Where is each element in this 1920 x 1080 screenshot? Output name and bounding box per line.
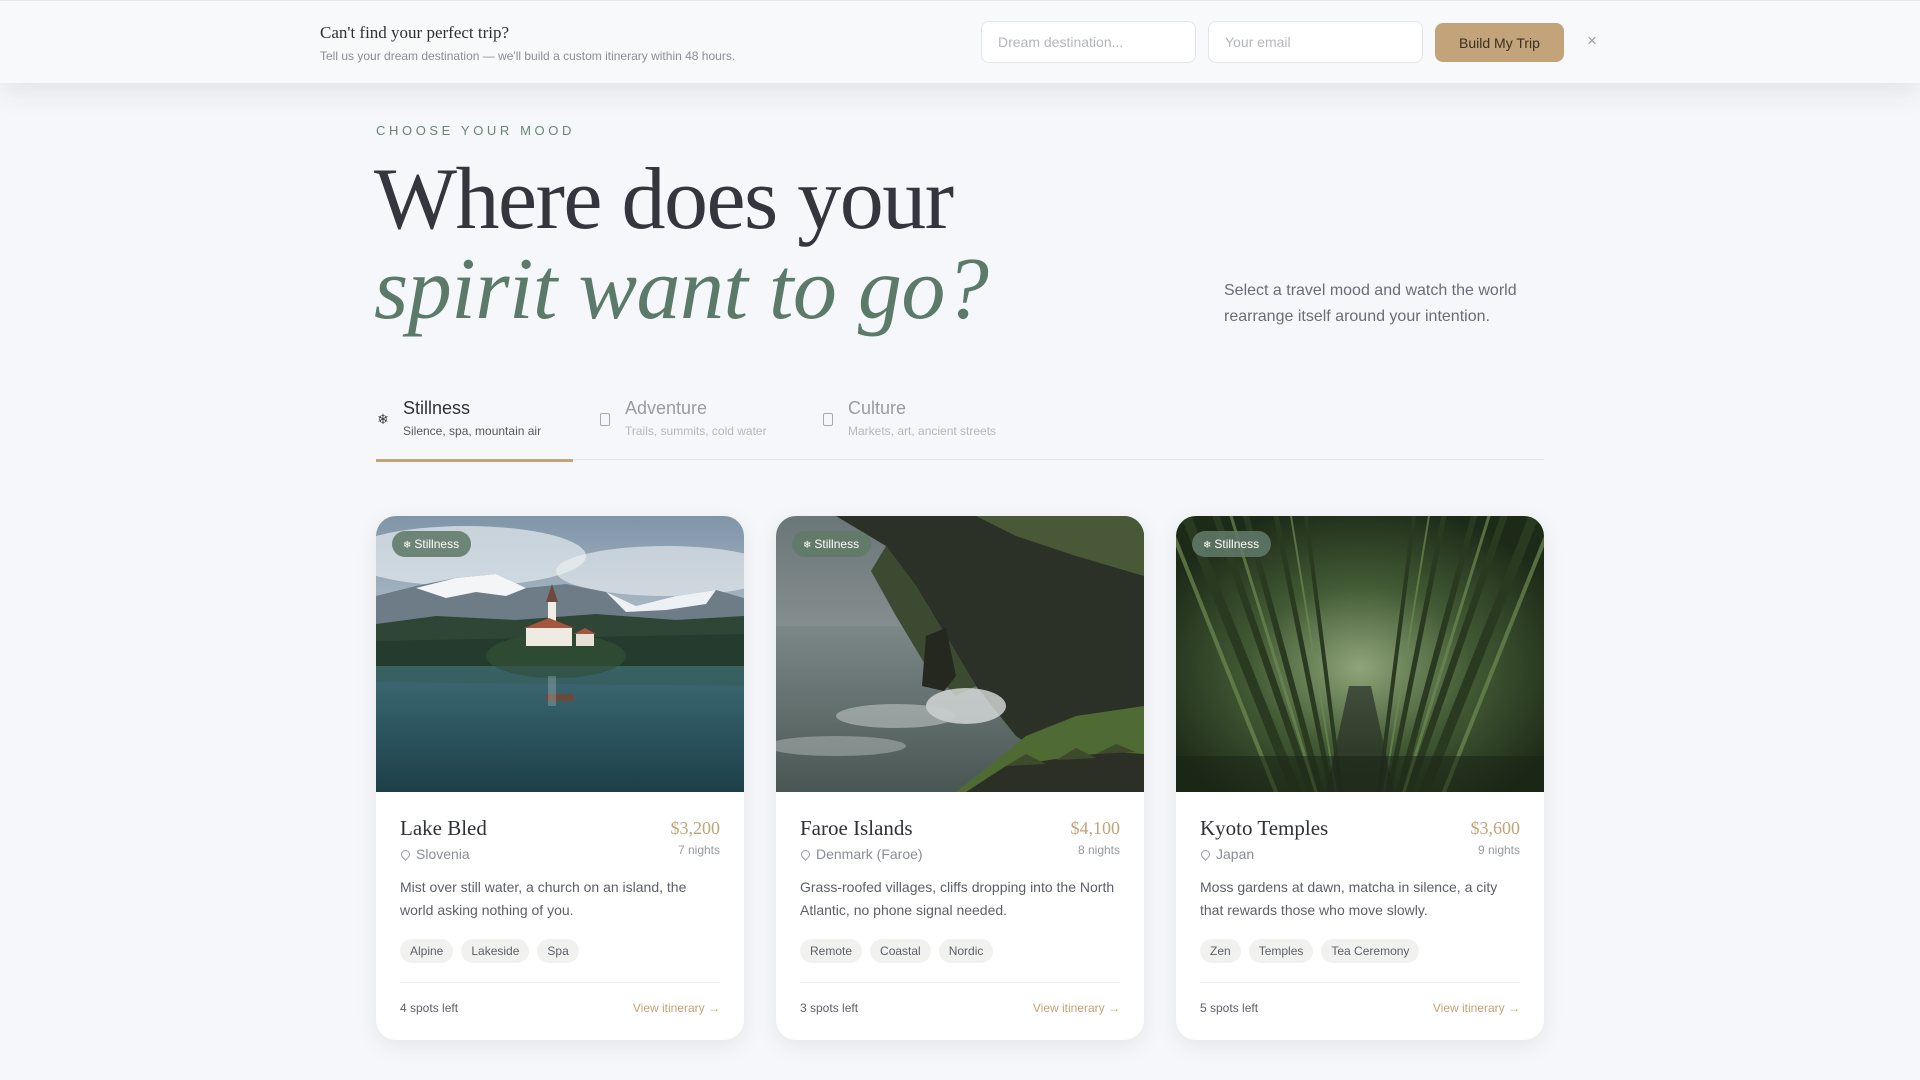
tab-label: Stillness <box>403 398 471 418</box>
build-my-trip-button[interactable]: Build My Trip <box>1435 23 1564 62</box>
card-price: $4,100 <box>1070 818 1121 838</box>
tab-subtitle: Trails, summits, cold water <box>625 424 767 438</box>
view-itinerary-link[interactable]: View itinerary → <box>633 1001 720 1015</box>
banner-subtitle: Tell us your dream destination — we'll b… <box>320 49 736 63</box>
tag: Tea Ceremony <box>1321 939 1420 963</box>
email-input[interactable] <box>1208 21 1423 63</box>
destination-card-faroe-islands[interactable]: ❄ Stillness Faroe Islands $4,100 8 nights… <box>776 516 1144 1040</box>
card-tags: Remote Coastal Nordic <box>800 939 994 963</box>
tag: Nordic <box>938 939 994 963</box>
spots-left: 5 spots left <box>1200 1001 1259 1015</box>
tab-label: Adventure <box>625 398 708 418</box>
card-divider <box>400 982 720 983</box>
card-description: Moss gardens at dawn, matcha in silence,… <box>1200 879 1498 918</box>
map-pin-icon <box>1199 848 1212 861</box>
view-itinerary-link[interactable]: View itinerary → <box>1033 1001 1120 1015</box>
card-location: Japan <box>1199 846 1254 862</box>
card-nights: 8 nights <box>1077 843 1120 857</box>
tab-label: Culture <box>848 398 907 418</box>
hero-title-line1: Where does your <box>374 151 954 248</box>
lake-mountain-image <box>376 516 744 792</box>
tab-adventure[interactable]: Adventure Trails, summits, cold water <box>598 395 798 460</box>
card-nights: 7 nights <box>677 843 720 857</box>
section-eyebrow: CHOOSE YOUR MOOD <box>376 123 575 138</box>
snowflake-icon: ❄ <box>403 540 412 551</box>
card-nights: 9 nights <box>1477 843 1520 857</box>
card-location: Slovenia <box>399 846 470 862</box>
mood-tabs: ❄ Stillness Silence, spa, mountain air A… <box>376 395 1544 462</box>
destination-card-lake-bled[interactable]: ❄ Stillness Lake Bled $3,200 7 nights Slo… <box>376 516 744 1040</box>
trip-request-banner: Can't find your perfect trip? Tell us yo… <box>0 0 1920 83</box>
bamboo-forest-image <box>1176 516 1544 792</box>
spots-left: 3 spots left <box>800 1001 859 1015</box>
map-pin-icon <box>399 848 412 861</box>
snowflake-icon: ❄ <box>803 540 812 551</box>
tag: Temples <box>1248 939 1314 963</box>
hero-description: Select a travel mood and watch the world… <box>1224 282 1517 325</box>
spots-left: 4 spots left <box>400 1001 459 1015</box>
card-price: $3,600 <box>1470 818 1521 838</box>
destination-input[interactable] <box>981 21 1196 63</box>
tag: Remote <box>800 939 863 963</box>
card-tags: Alpine Lakeside Spa <box>400 939 579 963</box>
destination-card-kyoto-temples[interactable]: ❄ Stillness Kyoto Temples $3,600 9 nights… <box>1176 516 1544 1040</box>
tab-stillness[interactable]: ❄ Stillness Silence, spa, mountain air <box>376 395 573 462</box>
card-divider <box>1200 982 1520 983</box>
tag: Zen <box>1200 939 1241 963</box>
snowflake-icon: ❄ <box>1203 540 1212 551</box>
map-pin-icon <box>799 848 812 861</box>
card-price: $3,200 <box>670 818 721 838</box>
tab-culture[interactable]: Culture Markets, art, ancient streets <box>821 395 1021 460</box>
card-title: Kyoto Temples <box>1200 816 1329 840</box>
close-icon[interactable]: × <box>1584 32 1600 50</box>
card-description: Mist over still water, a church on an is… <box>400 879 687 918</box>
mood-badge: ❄ Stillness <box>792 531 872 557</box>
square-icon <box>598 411 612 429</box>
sea-cliffs-image <box>776 516 1144 792</box>
square-icon <box>821 411 835 429</box>
tag: Coastal <box>870 939 931 963</box>
tab-subtitle: Silence, spa, mountain air <box>403 424 542 438</box>
card-title: Lake Bled <box>400 816 487 840</box>
tab-subtitle: Markets, art, ancient streets <box>848 424 997 438</box>
card-title: Faroe Islands <box>800 816 913 840</box>
card-divider <box>800 982 1120 983</box>
tag: Spa <box>537 939 579 963</box>
mood-badge: ❄ Stillness <box>1192 531 1272 557</box>
tag: Lakeside <box>461 939 530 963</box>
banner-title: Can't find your perfect trip? <box>320 23 510 42</box>
active-tab-indicator <box>376 459 573 462</box>
tag: Alpine <box>400 939 454 963</box>
view-itinerary-link[interactable]: View itinerary → <box>1433 1001 1520 1015</box>
mood-badge: ❄ Stillness <box>392 531 472 557</box>
snowflake-icon: ❄ <box>377 411 389 427</box>
hero-title-line2: spirit want to go? <box>374 241 989 338</box>
card-tags: Zen Temples Tea Ceremony <box>1200 939 1420 963</box>
card-description: Grass-roofed villages, cliffs dropping i… <box>800 879 1115 918</box>
card-location: Denmark (Faroe) <box>799 846 923 862</box>
